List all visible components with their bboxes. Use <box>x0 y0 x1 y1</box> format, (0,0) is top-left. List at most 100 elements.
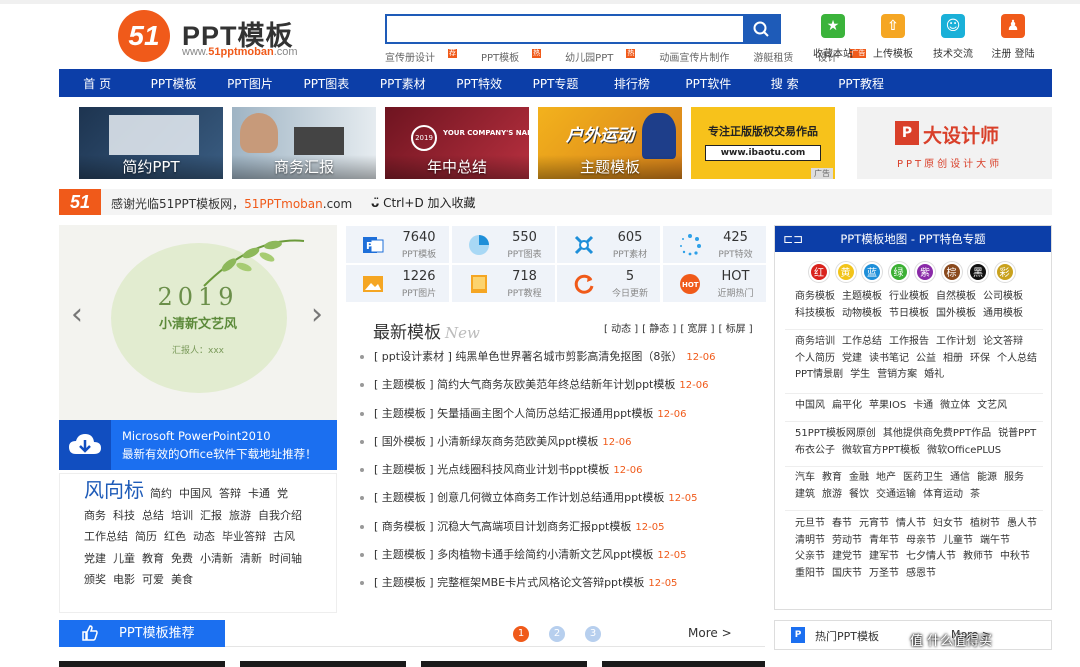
hot-word[interactable]: 游艇租赁 <box>753 53 805 64</box>
list-item[interactable]: [ 主题模板 ] 创意几何微立体商务工作计划总结通用ppt模板 12-05 <box>360 491 765 519</box>
map-link[interactable]: 自然模板 <box>936 291 976 302</box>
map-link[interactable]: 公司模板 <box>983 291 1023 302</box>
map-link[interactable]: 通信 <box>950 472 970 483</box>
hot-word[interactable]: 幼儿园PPT 热 <box>565 49 647 64</box>
banner-simple-ppt[interactable]: 简约PPT <box>79 107 223 179</box>
banner-ibaotu-ad[interactable]: 专注正版版权交易作品 www.ibaotu.com 广告 <box>691 107 835 179</box>
map-link[interactable]: 卡通 <box>913 400 933 411</box>
map-link[interactable]: 妇女节 <box>933 518 963 529</box>
map-link[interactable]: 相册 <box>943 353 963 364</box>
site-logo[interactable]: 51 PPT模板 www.51pptmoban.com <box>118 10 318 62</box>
map-link[interactable]: 工作计划 <box>936 336 976 347</box>
stat-material[interactable]: 605 PPT素材 <box>557 226 660 263</box>
map-link[interactable]: 节日模板 <box>889 308 929 319</box>
item-title[interactable]: 简约大气商务灰欧美范年终总结新年计划ppt模板 <box>437 378 675 391</box>
stat-refresh[interactable]: 5 今日更新 <box>557 265 660 302</box>
map-link[interactable]: 微软官方PPT模板 <box>842 445 920 456</box>
map-link[interactable]: PPT情景剧 <box>795 369 843 380</box>
item-title[interactable]: 沉稳大气高端项目计划商务汇报ppt模板 <box>437 520 631 533</box>
tag-item[interactable]: 可爱 <box>142 573 164 586</box>
hot-word[interactable]: PPT模板 热 <box>481 49 553 64</box>
tag-item[interactable]: 颁奖 <box>84 573 106 586</box>
nav-item[interactable]: 首 页 <box>59 75 135 92</box>
map-link[interactable]: 环保 <box>970 353 990 364</box>
tag-item[interactable]: 小清新 <box>200 552 233 565</box>
tag-item[interactable]: 汇报 <box>200 509 222 522</box>
tag-item[interactable]: 党 <box>277 487 288 500</box>
list-item[interactable]: [ 主题模板 ] 矢量插画主图个人简历总结汇报通用ppt模板 12-06 <box>360 407 765 435</box>
color-swatch[interactable]: 红 <box>809 262 829 282</box>
map-link[interactable]: 其他提供商免费PPT作品 <box>883 428 991 439</box>
office-download-promo[interactable]: Microsoft PowerPoint2010 最新有效的Office软件下载… <box>59 420 337 470</box>
color-swatch[interactable]: 蓝 <box>862 262 882 282</box>
tag-item[interactable]: 动态 <box>193 530 215 543</box>
item-title[interactable]: 矢量插画主图个人简历总结汇报通用ppt模板 <box>437 407 653 420</box>
nav-item[interactable]: 排行榜 <box>594 75 670 92</box>
map-link[interactable]: 茶 <box>970 489 980 500</box>
stat-pie-chart[interactable]: 550 PPT图表 <box>451 226 555 263</box>
list-item[interactable]: [ 商务模板 ] 沉稳大气高端项目计划商务汇报ppt模板 12-05 <box>360 520 765 548</box>
filter-link[interactable]: [ 动态 ] <box>604 324 638 335</box>
map-link[interactable]: 动物模板 <box>842 308 882 319</box>
tag-item[interactable]: 培训 <box>171 509 193 522</box>
tag-item[interactable]: 教育 <box>142 552 164 565</box>
map-link[interactable]: 元宵节 <box>859 518 889 529</box>
slider-prev-arrow[interactable]: ‹ <box>71 297 83 332</box>
item-category[interactable]: 主题模板 <box>382 378 426 391</box>
banner-big-designer[interactable]: P 大设计师 PPT原创设计大师 <box>857 107 1052 179</box>
map-link[interactable]: 商务培训 <box>795 336 835 347</box>
tool-chat[interactable]: ☺ 技术交流 <box>928 14 978 60</box>
map-link[interactable]: 通用模板 <box>983 308 1023 319</box>
banner-theme-template[interactable]: 户外运动 主题模板 <box>538 107 682 179</box>
nav-item[interactable]: PPT特效 <box>441 75 517 92</box>
map-link[interactable]: 植树节 <box>970 518 1000 529</box>
hot-word[interactable]: 宣传册设计 荐 <box>385 49 469 64</box>
banner-mid-year-summary[interactable]: 2019 YOUR COMPANY'S NAME 年中总结 <box>385 107 529 179</box>
tag-item[interactable]: 党建 <box>84 552 106 565</box>
nav-item[interactable]: PPT专题 <box>517 75 593 92</box>
color-swatch[interactable]: 黑 <box>968 262 988 282</box>
item-title[interactable]: 小清新绿灰商务范欧美风ppt模板 <box>437 435 598 448</box>
nav-item[interactable]: PPT模板 <box>135 75 211 92</box>
tag-item[interactable]: 电影 <box>113 573 135 586</box>
map-link[interactable]: 母亲节 <box>906 535 936 546</box>
map-link[interactable]: 青年节 <box>869 535 899 546</box>
map-link[interactable]: 旅游 <box>822 489 842 500</box>
page-dot[interactable]: 2 <box>549 626 565 642</box>
color-swatch[interactable]: 紫 <box>915 262 935 282</box>
item-title[interactable]: 创意几何微立体商务工作计划总结通用ppt模板 <box>437 491 664 504</box>
nav-item[interactable]: PPT图表 <box>288 75 364 92</box>
stat-effect[interactable]: 425 PPT特效 <box>662 226 766 263</box>
map-link[interactable]: 苹果IOS <box>869 400 906 411</box>
map-link[interactable]: 工作报告 <box>889 336 929 347</box>
map-link[interactable]: 扁平化 <box>832 400 862 411</box>
nav-item[interactable]: PPT图片 <box>212 75 288 92</box>
list-item[interactable]: [ 国外模板 ] 小清新绿灰商务范欧美风ppt模板 12-06 <box>360 435 765 463</box>
item-title[interactable]: 光点线圈科技风商业计划书ppt模板 <box>437 463 609 476</box>
map-link[interactable]: 父亲节 <box>795 551 825 562</box>
map-link[interactable]: 科技模板 <box>795 308 835 319</box>
list-item[interactable]: [ 主题模板 ] 多肉植物卡通手绘简约小清新文艺风ppt模板 12-05 <box>360 548 765 576</box>
tag-item[interactable]: 红色 <box>164 530 186 543</box>
map-link[interactable]: 地产 <box>876 472 896 483</box>
color-swatch[interactable]: 黄 <box>835 262 856 282</box>
map-link[interactable]: 商务模板 <box>795 291 835 302</box>
map-link[interactable]: 党建 <box>842 353 862 364</box>
tag-item[interactable]: 毕业答辩 <box>222 530 266 543</box>
search-button[interactable] <box>743 16 779 42</box>
map-link[interactable]: 营销方案 <box>877 369 917 380</box>
tag-item[interactable]: 免费 <box>171 552 193 565</box>
slider-next-arrow[interactable]: › <box>311 297 323 332</box>
filter-link[interactable]: [ 静态 ] <box>642 324 676 335</box>
item-category[interactable]: ppt设计素材 <box>382 350 444 363</box>
item-title[interactable]: 纯黑单色世界著名城市剪影高清免抠图（8张） <box>455 350 682 363</box>
tool-star[interactable]: ★ 收藏本站 <box>808 14 858 60</box>
map-link[interactable]: 清明节 <box>795 535 825 546</box>
item-category[interactable]: 主题模板 <box>382 463 426 476</box>
add-favorite-hint[interactable]: ᴗ̈ Ctrl+D 加入收藏 <box>371 194 476 211</box>
map-link[interactable]: 餐饮 <box>849 489 869 500</box>
tag-item[interactable]: 简约 <box>150 487 172 500</box>
map-link[interactable]: 微立体 <box>940 400 970 411</box>
color-swatch[interactable]: 彩 <box>994 262 1015 282</box>
list-item[interactable]: [ ppt设计素材 ] 纯黑单色世界著名城市剪影高清免抠图（8张） 12-06 <box>360 350 765 378</box>
